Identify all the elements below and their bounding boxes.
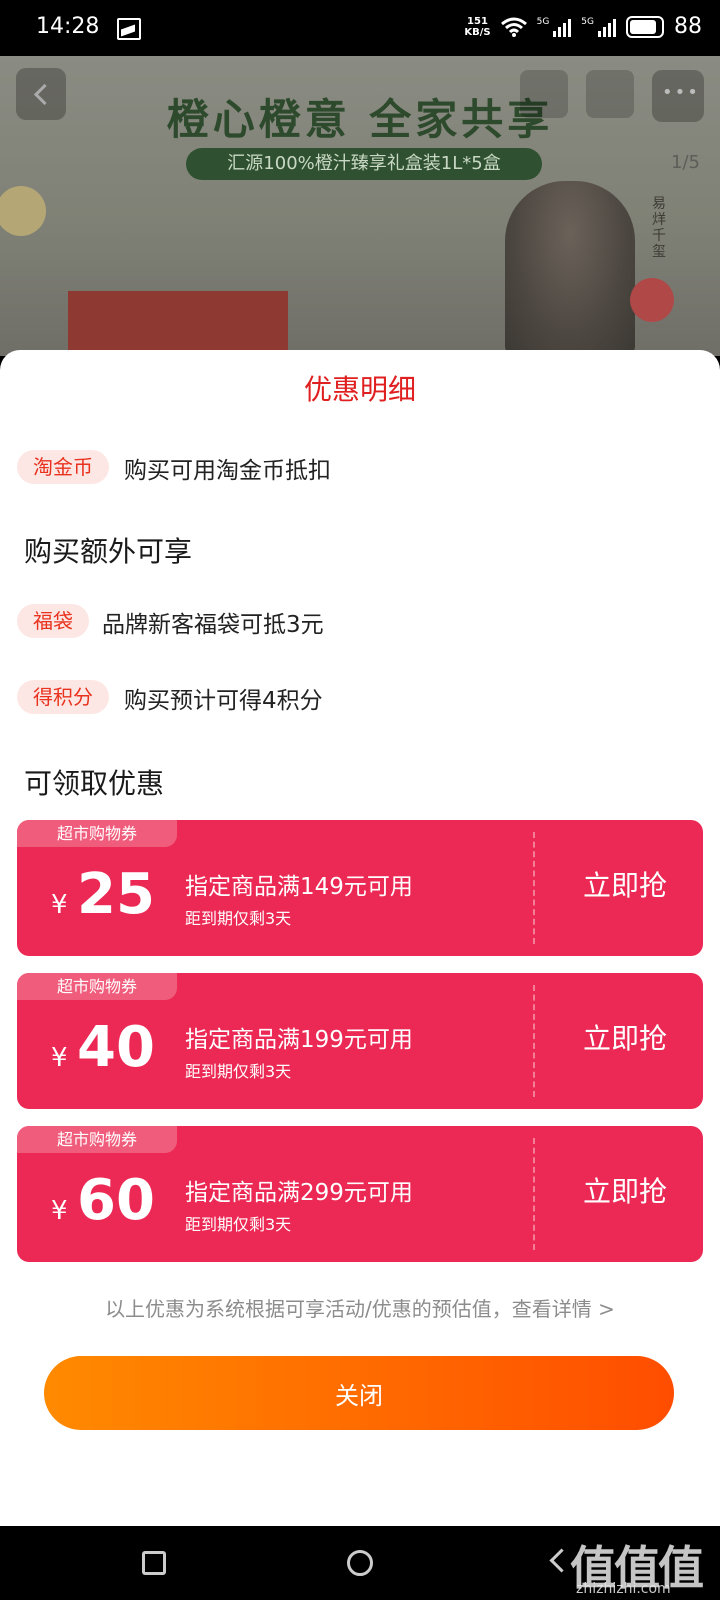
coupon-currency: ¥	[51, 1196, 68, 1226]
status-time: 14:28	[36, 14, 100, 39]
lucky-bag-tag: 福袋	[17, 604, 89, 638]
speed-unit: KB/S	[464, 26, 491, 38]
signal-icon: 5G	[537, 17, 572, 37]
coupon-tag: 超市购物券	[17, 820, 177, 847]
coupon-condition: 指定商品满199元可用	[185, 1027, 413, 1053]
coupon-amount: 25	[77, 862, 155, 927]
points-tag: 得积分	[17, 680, 109, 714]
product-banner[interactable]: 橙心橙意 全家共享 汇源100%橙汁臻享礼盒装1L*5盒 1/5 易烊千玺	[0, 56, 720, 356]
grab-coupon-button[interactable]: 立即抢	[547, 1170, 703, 1210]
coupon-expiry: 距到期仅剩3天	[185, 1215, 292, 1234]
product-box-image	[68, 291, 288, 356]
sheet-title: 优惠明细	[303, 373, 416, 406]
extra-benefits-title: 购买额外可享	[24, 535, 193, 568]
close-button[interactable]: 关闭	[44, 1356, 674, 1430]
claimable-title: 可领取优惠	[24, 767, 165, 800]
coupon-tag: 超市购物券	[17, 1126, 177, 1153]
coupon-expiry: 距到期仅剩3天	[185, 909, 292, 928]
coupon-currency: ¥	[51, 1043, 68, 1073]
status-indicators: 151 KB/S 5G 5G 88	[464, 14, 702, 39]
back-icon[interactable]	[16, 68, 66, 120]
coupon-divider	[533, 832, 535, 944]
net-label-1: 5G	[536, 16, 550, 27]
banner-product-name: 汇源100%橙汁臻享礼盒装1L*5盒	[186, 148, 542, 180]
coupon-amount: 60	[77, 1168, 155, 1233]
nav-recents-icon[interactable]	[142, 1551, 166, 1575]
coin-decoration	[0, 186, 46, 236]
status-bar: 14:28 151 KB/S 5G 5G 88	[0, 0, 720, 56]
coupon-amount: 40	[77, 1015, 155, 1080]
nav-home-icon[interactable]	[347, 1550, 373, 1576]
battery-icon	[626, 15, 664, 38]
battery-level: 88	[674, 14, 702, 39]
endorser-name: 易烊千玺	[652, 196, 666, 260]
coupon-tag: 超市购物券	[17, 973, 177, 1000]
points-text: 购买预计可得4积分	[124, 688, 323, 714]
coupon-divider	[533, 1138, 535, 1250]
speed-value: 151	[467, 15, 488, 27]
coupon-card[interactable]: 超市购物券 ¥ 40 指定商品满199元可用 距到期仅剩3天 立即抢	[17, 973, 703, 1109]
coupon-card[interactable]: 超市购物券 ¥ 60 指定商品满299元可用 距到期仅剩3天 立即抢	[17, 1126, 703, 1262]
network-speed: 151 KB/S	[464, 16, 490, 38]
watermark-url: zhizhizhi.com	[576, 1581, 671, 1597]
coin-tag: 淘金币	[17, 450, 109, 484]
discount-disclaimer-link[interactable]: 以上优惠为系统根据可享活动/优惠的预估值，查看详情 >	[0, 1293, 720, 1322]
coupon-card[interactable]: 超市购物券 ¥ 25 指定商品满149元可用 距到期仅剩3天 立即抢	[17, 820, 703, 956]
coupon-expiry: 距到期仅剩3天	[185, 1062, 292, 1081]
coupon-currency: ¥	[51, 890, 68, 920]
image-pager: 1/5	[671, 152, 700, 173]
cart-icon[interactable]	[586, 70, 634, 118]
rank-icon[interactable]	[630, 278, 674, 322]
coin-text: 购买可用淘金币抵扣	[124, 458, 331, 484]
notification-icon	[117, 18, 141, 40]
grab-coupon-button[interactable]: 立即抢	[547, 1017, 703, 1057]
discount-detail-sheet: 优惠明细 淘金币 购买可用淘金币抵扣 购买额外可享 福袋 品牌新客福袋可抵3元 …	[0, 350, 720, 1526]
system-nav-bar: 值值值 zhizhizhi.com	[0, 1526, 720, 1600]
coupon-condition: 指定商品满149元可用	[185, 874, 413, 900]
grab-coupon-button[interactable]: 立即抢	[547, 864, 703, 904]
net-label-2: 5G	[581, 16, 594, 27]
more-icon[interactable]	[652, 70, 704, 122]
signal-icon-2: 5G	[581, 17, 616, 37]
coupon-condition: 指定商品满299元可用	[185, 1180, 413, 1206]
endorser-photo	[505, 181, 635, 356]
wifi-icon	[500, 17, 527, 37]
lucky-bag-text: 品牌新客福袋可抵3元	[102, 612, 324, 638]
share-icon[interactable]	[520, 70, 568, 118]
coupon-divider	[533, 985, 535, 1097]
